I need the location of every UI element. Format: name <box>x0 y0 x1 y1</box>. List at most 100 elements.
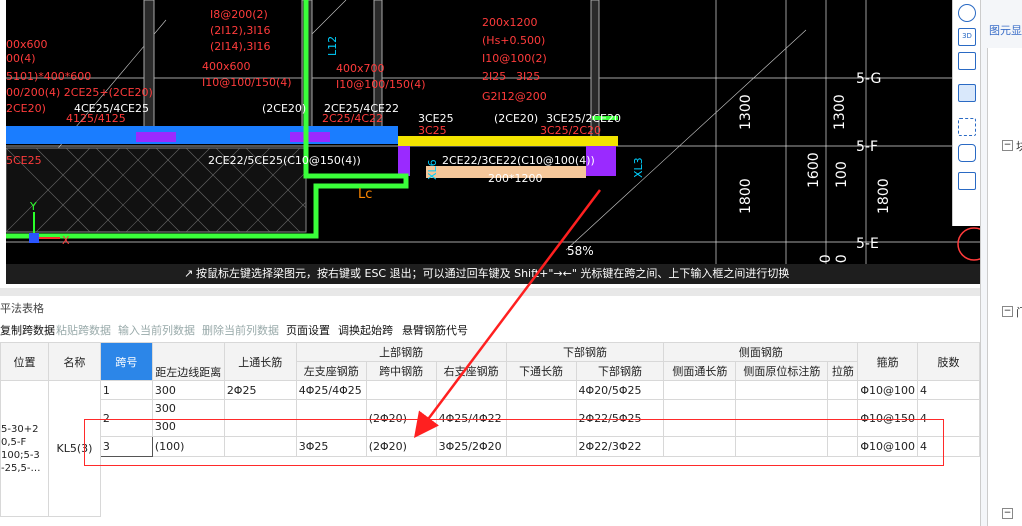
group-side-rebar: 侧面钢筋 <box>663 342 859 362</box>
cad-drawing: X Y 00x60000(4) 5101)*400*600 00/200(4) 2C… <box>6 0 980 264</box>
left-seat-cell[interactable]: 4Φ25/4Φ25 <box>295 380 367 400</box>
col-top-long[interactable]: 上通长筋 <box>223 342 297 381</box>
command-prompt-bar: ↗ 按鼠标左键选择梁图元，按右键或 ESC 退出；可以通过回车键及 Shift+… <box>6 264 980 284</box>
select-box-icon[interactable] <box>958 118 976 136</box>
span-cell[interactable]: 1 <box>99 380 153 400</box>
cad-label: G2I12@200 <box>482 90 547 103</box>
cad-label: 3C25/2C20 <box>540 124 601 137</box>
col-edge-distance[interactable]: 距左边线距离 <box>151 342 225 381</box>
edge-value: 300 <box>154 402 176 415</box>
legs-cell[interactable]: 4 <box>917 380 980 400</box>
cad-label: 2I25 <box>482 70 506 83</box>
prompt-text: 按鼠标左键选择梁图元，按右键或 ESC 退出；可以通过回车键及 Shift+"→… <box>196 267 790 280</box>
col-side-long[interactable]: 侧面通长筋 <box>663 361 737 381</box>
position-line: 0,5-F <box>1 436 27 448</box>
svg-text:X: X <box>62 234 70 247</box>
tree-section-door[interactable]: 门 <box>1016 304 1022 320</box>
cad-label: Lc <box>358 187 372 202</box>
cad-label: 200x1200 <box>482 16 538 29</box>
page-setup-button[interactable]: 页面设置 <box>286 322 330 338</box>
col-mid[interactable]: 跨中钢筋 <box>365 361 437 381</box>
label-xl3: XL3 <box>632 157 645 178</box>
label-xl6: XL6 <box>426 159 439 180</box>
position-line: 5-30+2 <box>1 423 39 435</box>
cad-label: (Hs+0.500) <box>482 34 545 47</box>
tie-cell[interactable] <box>827 380 859 400</box>
side-long-cell[interactable] <box>663 380 737 400</box>
mid-cell[interactable] <box>365 380 437 400</box>
cad-label: 2CE20) <box>6 102 46 115</box>
cad-label: I10@100(2) <box>482 52 547 65</box>
col-span[interactable]: 跨号 <box>99 342 153 381</box>
cad-label: 400x700 <box>336 62 385 75</box>
swap-start-span-button[interactable]: 调换起始跨 <box>338 322 393 338</box>
col-right-seat[interactable]: 右支座钢筋 <box>435 361 507 381</box>
cad-label: (2I14),3I16 <box>210 40 271 53</box>
tree-column: − 块 − 门 − <box>987 48 1022 526</box>
stirrup-cell[interactable]: Φ10@100 <box>857 380 918 400</box>
col-tie[interactable]: 拉筋 <box>827 361 859 381</box>
col-bottom[interactable]: 下部钢筋 <box>575 361 665 381</box>
cube-icon[interactable] <box>958 52 976 70</box>
dim-1800-a: 1800 <box>738 178 754 214</box>
cad-label: 00/200(4) 2CE25+(2CE20) <box>6 86 153 99</box>
right-seat-cell[interactable] <box>435 380 507 400</box>
col-legs[interactable]: 肢数 <box>917 342 980 381</box>
bottom-long-cell[interactable] <box>505 380 577 400</box>
axis-label-5f: 5-F <box>856 139 878 155</box>
axis-label-5g: 5-G <box>856 71 881 87</box>
collapse-icon[interactable]: − <box>1002 508 1013 519</box>
cursor-icon: ↗ <box>184 267 194 280</box>
col-bottom-long[interactable]: 下通长筋 <box>505 361 577 381</box>
side-orig-cell[interactable] <box>735 380 829 400</box>
edge-cell[interactable]: 300 <box>151 380 225 400</box>
paste-span-button[interactable]: 粘贴跨数据 <box>56 322 111 338</box>
collapse-icon[interactable]: − <box>1002 140 1013 151</box>
highlight-box <box>84 419 944 466</box>
cad-label: 4125/4125 <box>66 112 126 125</box>
col-left-seat[interactable]: 左支座钢筋 <box>295 361 367 381</box>
dim-1800-b: 1800 <box>876 178 892 214</box>
col-side-orig[interactable]: 侧面原位标注筋 <box>735 361 829 381</box>
cad-label: 5CE25 <box>6 154 42 167</box>
position-line: -25,5-… <box>1 462 41 474</box>
cad-label: 400x600 <box>202 60 251 73</box>
label-l12: L12 <box>326 36 339 56</box>
shield-icon[interactable] <box>958 144 976 162</box>
solid-cube-icon[interactable] <box>958 84 976 102</box>
group-bottom-rebar: 下部钢筋 <box>505 342 665 362</box>
delete-column-button[interactable]: 删除当前列数据 <box>202 322 279 338</box>
cad-label: 2CE22/3CE22(C10@100(4)) <box>442 154 595 167</box>
svg-text:Y: Y <box>29 200 37 213</box>
group-top-rebar: 上部钢筋 <box>295 342 507 362</box>
position-cell[interactable]: 5-30+2 0,5-F 100;5-3 -25,5-… <box>0 380 49 517</box>
cantilever-code-button[interactable]: 悬臂钢筋代号 <box>402 322 468 338</box>
dim-1000-a: 1000 <box>818 254 834 264</box>
view-toolbar: 3D <box>952 0 980 226</box>
orbit-icon[interactable] <box>958 4 976 22</box>
col-name[interactable]: 名称 <box>47 342 101 381</box>
cad-label: 2CE22/5CE25(C10@150(4)) <box>208 154 361 167</box>
tree-section-block[interactable]: 块 <box>1016 138 1022 154</box>
top-long-cell[interactable]: 2Φ25 <box>223 380 297 400</box>
cad-label: (2I12),3I16 <box>210 24 271 37</box>
collapse-icon[interactable]: − <box>1002 306 1013 317</box>
tab-element-display[interactable]: 图元显 <box>989 22 1022 38</box>
cad-canvas[interactable]: X Y 00x600 00(4) 5101)*400*600 00/200(4) 2C… <box>6 0 980 264</box>
col-stirrup[interactable]: 箍筋 <box>857 342 918 381</box>
cad-label: I10@100/150(4) <box>202 76 292 89</box>
3d-view-icon[interactable]: 3D <box>958 28 976 46</box>
cad-label: 00x600 <box>6 38 48 51</box>
input-column-button[interactable]: 输入当前列数据 <box>118 322 195 338</box>
zoom-percentage: 58% <box>567 244 594 258</box>
cad-label: (2CE20) <box>262 102 306 115</box>
document-icon[interactable] <box>958 172 976 190</box>
cad-label: (2CE20) <box>494 112 538 125</box>
cad-label: 200*1200 <box>488 172 543 185</box>
position-line: 100;5-3 <box>1 449 40 461</box>
copy-span-button[interactable]: 复制跨数据 <box>0 322 55 338</box>
bottom-cell[interactable]: 4Φ20/5Φ25 <box>575 380 665 400</box>
col-position[interactable]: 位置 <box>0 342 49 381</box>
panel-splitter[interactable] <box>0 288 980 296</box>
cad-label: 00(4) <box>6 52 36 65</box>
